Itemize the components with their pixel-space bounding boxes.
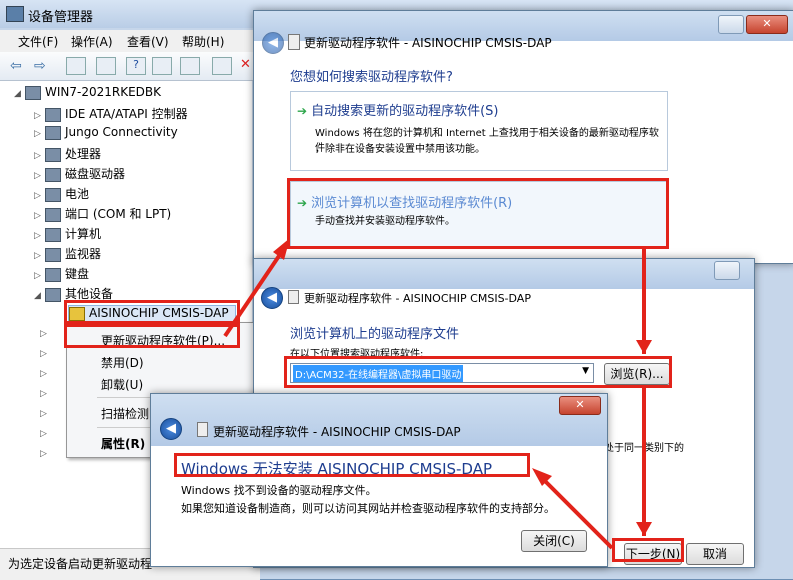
arrow-line	[540, 476, 614, 550]
arrowhead-icon	[273, 238, 290, 260]
arrowhead-icon	[636, 340, 652, 354]
arrowhead-icon	[636, 522, 652, 536]
arrow-line	[223, 248, 285, 338]
arrow-overlay	[223, 238, 652, 550]
